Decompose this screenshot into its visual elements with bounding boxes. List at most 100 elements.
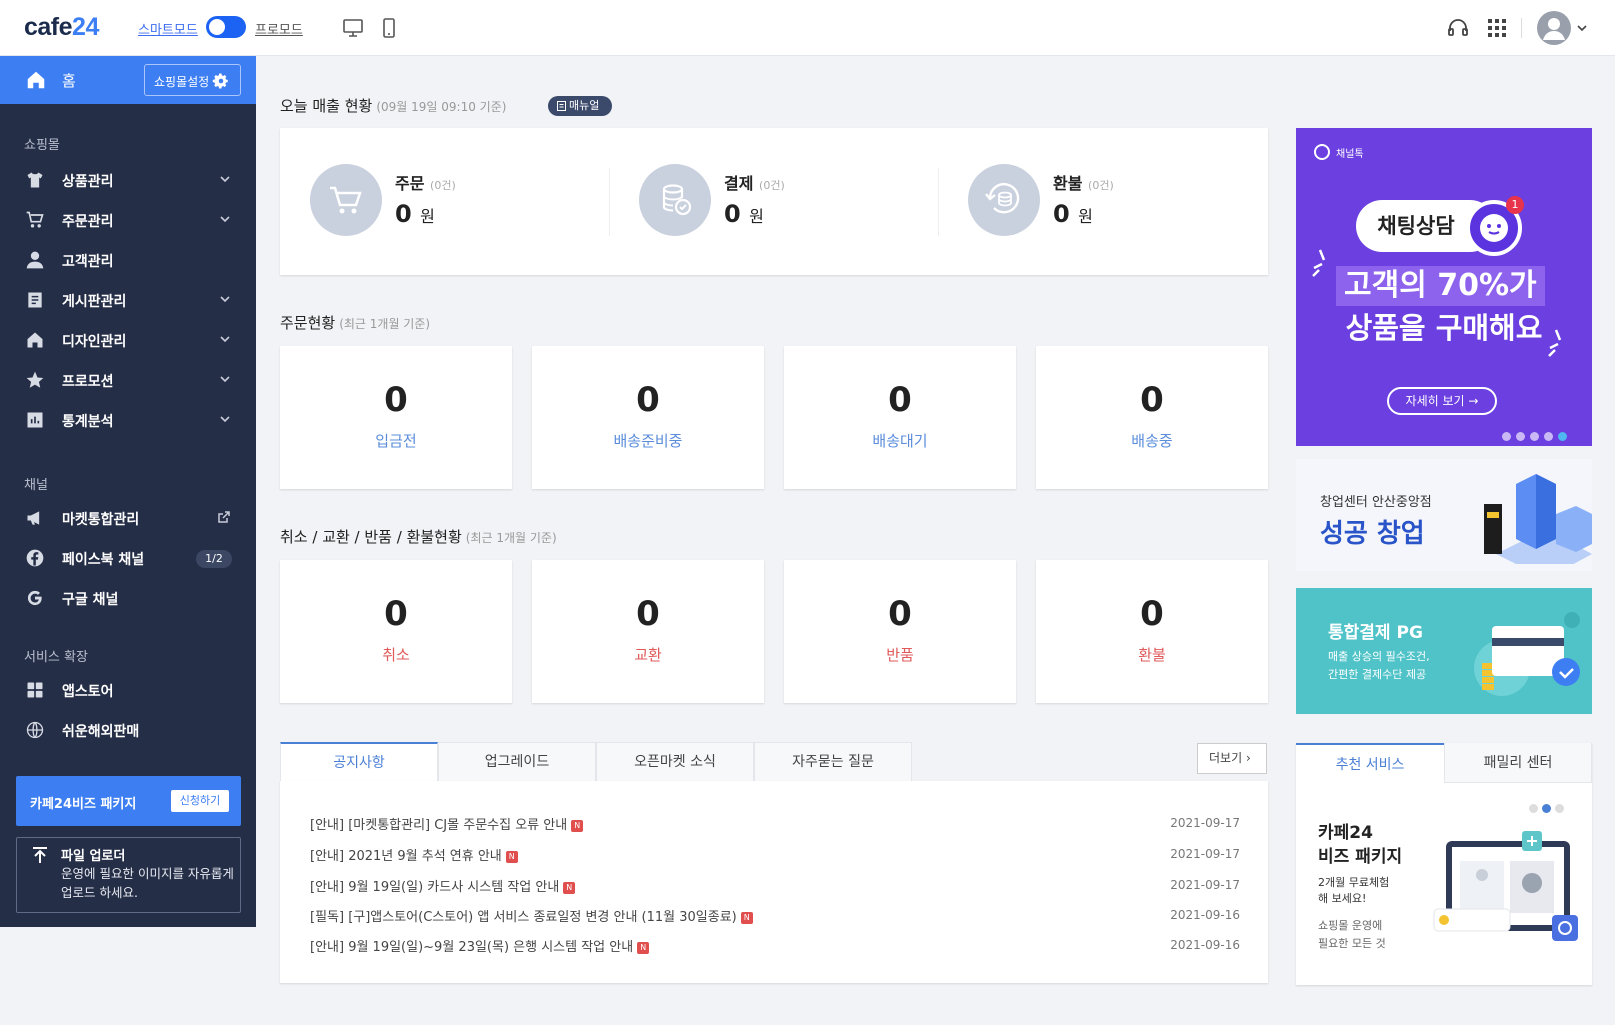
sidebar-item-label: 고객관리 — [62, 254, 114, 270]
building-illustration — [1484, 474, 1592, 564]
notice-row[interactable]: [안내] 9월 19일(일) 카드사 시스템 작업 안내 N 2021-09-17 — [310, 876, 1240, 896]
startup-center-banner[interactable]: 창업센터 안산중앙점 성공 창업 — [1296, 459, 1592, 571]
claim-box-exchange[interactable]: 0 교환 — [532, 560, 764, 703]
channeltalk-logo — [1314, 144, 1330, 160]
apps-grid-icon[interactable] — [1485, 16, 1509, 40]
tab-family-center[interactable]: 패밀리 센터 — [1444, 743, 1592, 783]
chevron-down-icon[interactable] — [1576, 23, 1588, 33]
new-badge: N — [563, 882, 576, 894]
claims-heading: 취소 / 교환 / 반품 / 환불현황 (최근 1개월 기준) — [280, 528, 557, 546]
star-icon — [26, 371, 44, 388]
tab-recommend[interactable]: 추천 서비스 — [1296, 743, 1444, 783]
sidebar-item-customers[interactable]: 고객관리 — [0, 242, 256, 278]
sales-payment[interactable]: 결제 (0건) 0 원 — [639, 164, 939, 236]
pro-mode-link[interactable]: 프로모드 — [255, 19, 303, 38]
new-badge: N — [740, 912, 753, 924]
sales-summary-card: 주문 (0건) 0 원 결제 (0건) 0 원 환불 (0건) 0 원 — [280, 128, 1268, 275]
store-icon — [27, 332, 43, 348]
sales-refund-label: 환불 — [1053, 174, 1083, 193]
order-box-pending-deposit[interactable]: 0 입금전 — [280, 346, 512, 489]
recommend-title: 카페24 비즈 패키지 — [1318, 823, 1403, 867]
sidebar: 홈 쇼핑몰설정 쇼핑몰 상품관리 주문관리 고객관리 게시판관리 디자인관리 프… — [0, 56, 256, 927]
tab-upgrade[interactable]: 업그레이드 — [438, 742, 596, 782]
external-link-icon — [218, 511, 230, 523]
tab-faq[interactable]: 자주묻는 질문 — [754, 742, 912, 782]
claim-box-refund[interactable]: 0 환불 — [1036, 560, 1268, 703]
facebook-badge: 1/2 — [196, 550, 232, 568]
sidebar-item-appstore[interactable]: 앱스토어 — [0, 672, 256, 708]
recommend-desc: 2개월 무료체험 해 보세요! — [1318, 876, 1390, 905]
notice-row[interactable]: [안내] [마켓통합관리] CJ몰 주문수집 오류 안내 N 2021-09-17 — [310, 814, 1240, 834]
sidebar-item-promotion[interactable]: 프로모션 — [0, 362, 256, 398]
claim-box-cancel[interactable]: 0 취소 — [280, 560, 512, 703]
tab-openmarket[interactable]: 오픈마켓 소식 — [596, 742, 754, 782]
chevron-down-icon — [220, 416, 230, 423]
biz-package-banner[interactable]: 카페24비즈 패키지 신청하기 — [16, 776, 241, 826]
sidebar-item-statistics[interactable]: 통계분석 — [0, 402, 256, 438]
apps-icon — [27, 682, 43, 698]
ad3-line2: 간편한 결제수단 제공 — [1328, 668, 1427, 681]
ad3-line1: 매출 상승의 필수조건, — [1328, 650, 1430, 663]
mode-toggle[interactable] — [206, 16, 246, 38]
channeltalk-banner[interactable]: 채널톡 채팅상담 1 고객의 70%가 상품을 구매해요 자세히 보기 → — [1296, 128, 1592, 446]
sidebar-item-label: 디자인관리 — [62, 334, 127, 350]
sidebar-item-board[interactable]: 게시판관리 — [0, 282, 256, 318]
order-box-waiting[interactable]: 0 배송대기 — [784, 346, 1016, 489]
card-payment-illustration — [1474, 612, 1580, 696]
file-uploader[interactable]: 파일 업로더 운영에 필요한 이미지를 자유롭게 업로드 하세요. — [16, 837, 241, 913]
sidebar-item-market[interactable]: 마켓통합관리 — [0, 500, 256, 536]
sales-payment-label: 결제 — [724, 174, 754, 193]
chevron-down-icon — [220, 336, 230, 343]
carousel-dots[interactable] — [1502, 426, 1567, 445]
recommend-panel: 추천 서비스 패밀리 센터 카페24 비즈 패키지 2개월 무료체험 해 보세요! … — [1296, 743, 1592, 985]
sidebar-item-orders[interactable]: 주문관리 — [0, 202, 256, 238]
manual-button[interactable]: 매뉴얼 — [548, 96, 612, 116]
carousel-dots[interactable] — [1529, 798, 1564, 817]
claim-box-return[interactable]: 0 반품 — [784, 560, 1016, 703]
sidebar-item-products[interactable]: 상품관리 — [0, 162, 256, 198]
ad2-line1: 창업센터 안산중앙점 — [1320, 495, 1432, 510]
home-label: 홈 — [62, 72, 76, 90]
desktop-icon[interactable] — [341, 16, 365, 40]
section-label-service: 서비스 확장 — [24, 650, 88, 665]
integrated-pg-banner[interactable]: 통합결제 PG 매출 상승의 필수조건, 간편한 결제수단 제공 — [1296, 588, 1592, 714]
sales-refund[interactable]: 환불 (0건) 0 원 — [968, 164, 1268, 236]
notice-row[interactable]: [안내] 9월 19일(일)~9월 23일(목) 은행 시스템 작업 안내 N 20… — [310, 936, 1240, 956]
book-icon — [557, 101, 566, 111]
notice-list: [안내] [마켓통합관리] CJ몰 주문수집 오류 안내 N 2021-09-17 … — [280, 781, 1268, 983]
smart-mode-link[interactable]: 스마트모드 — [138, 19, 198, 38]
more-button[interactable]: 더보기 › — [1197, 743, 1267, 774]
cart-icon — [310, 164, 382, 236]
cafe24-logo[interactable]: cafe24 — [24, 13, 99, 42]
sidebar-item-google[interactable]: 구글 채널 — [0, 580, 256, 616]
sidebar-item-label: 주문관리 — [62, 214, 114, 230]
chevron-down-icon — [220, 176, 230, 183]
notice-row[interactable]: [필독] [구]앱스토어(C스토어) 앱 서비스 종료일정 변경 안내 (11월… — [310, 906, 1240, 926]
user-avatar[interactable] — [1537, 11, 1571, 45]
order-box-preparing[interactable]: 0 배송준비중 — [532, 346, 764, 489]
sidebar-item-design[interactable]: 디자인관리 — [0, 322, 256, 358]
home-icon — [27, 71, 45, 89]
mobile-icon[interactable] — [377, 16, 401, 40]
sidebar-item-home[interactable]: 홈 쇼핑몰설정 — [0, 56, 256, 104]
sidebar-item-label: 페이스북 채널 — [62, 552, 145, 568]
tab-notice[interactable]: 공지사항 — [280, 742, 438, 782]
uploader-title: 파일 업로더 — [61, 849, 126, 864]
sales-order[interactable]: 주문 (0건) 0 원 — [310, 164, 610, 236]
apply-button[interactable]: 신청하기 — [171, 790, 229, 812]
notice-row[interactable]: [안내] 2021년 9월 추석 연휴 안내 N 2021-09-17 — [310, 845, 1240, 865]
coins-check-icon — [639, 164, 711, 236]
ad-detail-button[interactable]: 자세히 보기 → — [1387, 387, 1497, 415]
ad-brand: 채널톡 — [1336, 149, 1364, 160]
user-icon — [26, 251, 44, 269]
sidebar-item-facebook[interactable]: 페이스북 채널 1/2 — [0, 540, 256, 576]
order-box-shipping[interactable]: 0 배송중 — [1036, 346, 1268, 489]
sidebar-item-label: 프로모션 — [62, 374, 114, 390]
headset-icon[interactable] — [1446, 16, 1470, 40]
shop-settings-button[interactable]: 쇼핑몰설정 — [144, 64, 241, 96]
shirt-icon — [27, 172, 43, 188]
sidebar-item-global[interactable]: 쉬운해외판매 — [0, 712, 256, 748]
sidebar-item-label: 구글 채널 — [62, 592, 119, 608]
biz-package-label: 카페24비즈 패키지 — [30, 797, 137, 812]
bar-chart-icon — [27, 412, 43, 428]
